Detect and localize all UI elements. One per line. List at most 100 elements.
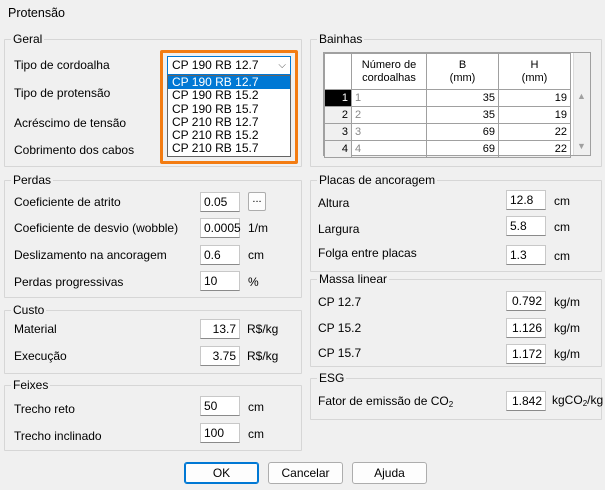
trecho-inclinado-unit: cm bbox=[248, 427, 264, 441]
cell-numero[interactable]: 2 bbox=[351, 106, 427, 124]
atrito-label: Coeficiente de atrito bbox=[14, 195, 121, 209]
fator-emissao-unit: kgCO2/kg bbox=[552, 393, 604, 408]
progressivas-unit: % bbox=[248, 275, 259, 289]
table-row[interactable]: 2 2 35 19 bbox=[324, 106, 571, 124]
dropdown-option[interactable]: CP 210 RB 15.7 bbox=[168, 142, 290, 155]
ok-button[interactable]: OK bbox=[184, 462, 259, 484]
dropdown-option[interactable]: CP 190 RB 15.2 bbox=[168, 89, 290, 102]
cp157-input[interactable]: 1.172 bbox=[506, 344, 546, 364]
execucao-label: Execução bbox=[14, 349, 67, 363]
massa-title: Massa linear bbox=[317, 272, 390, 286]
folga-label: Folga entre placas bbox=[318, 246, 417, 260]
desvio-unit: 1/m bbox=[248, 221, 269, 235]
help-button[interactable]: Ajuda bbox=[352, 462, 427, 484]
window-title: Protensão bbox=[8, 6, 65, 20]
material-unit: R$/kg bbox=[247, 322, 279, 336]
desvio-label: Coeficiente de desvio (wobble) bbox=[14, 221, 179, 235]
fator-emissao-input[interactable]: 1.842 bbox=[506, 391, 546, 411]
table-scrollbar[interactable]: ▲ ▼ bbox=[573, 53, 590, 155]
tipo-protensao-label: Tipo de protensão bbox=[14, 86, 111, 100]
table-row[interactable]: 1 1 35 19 bbox=[324, 89, 571, 107]
dropdown-option[interactable]: CP 190 RB 12.7 bbox=[168, 75, 290, 90]
row-header[interactable]: 1 bbox=[324, 89, 352, 107]
custo-title: Custo bbox=[11, 303, 47, 317]
desvio-input[interactable]: 0.0005 bbox=[200, 218, 241, 238]
execucao-input[interactable]: 3.75 bbox=[200, 346, 240, 366]
acrescimo-tensao-label: Acréscimo de tensão bbox=[14, 116, 127, 130]
cell-h[interactable]: 19 bbox=[498, 106, 571, 124]
atrito-browse-button[interactable]: ... bbox=[248, 192, 266, 211]
dropdown-option[interactable]: CP 190 RB 15.7 bbox=[168, 102, 290, 116]
trecho-inclinado-label: Trecho inclinado bbox=[14, 429, 102, 443]
combo-value: CP 190 RB 12.7 bbox=[172, 58, 259, 72]
col-header-numero[interactable]: Número de cordoalhas bbox=[351, 53, 427, 90]
dropdown-option[interactable]: CP 210 RB 15.2 bbox=[168, 129, 290, 142]
tipo-cordoalha-dropdown-list[interactable]: CP 190 RB 12.7 CP 190 RB 15.2 CP 190 RB … bbox=[167, 75, 291, 157]
largura-unit: cm bbox=[554, 220, 570, 234]
col-header-h[interactable]: H (mm) bbox=[498, 53, 571, 90]
progressivas-input[interactable]: 10 bbox=[200, 271, 240, 291]
feixes-title: Feixes bbox=[11, 378, 51, 392]
trecho-reto-input[interactable]: 50 bbox=[200, 396, 240, 416]
corner-cell bbox=[324, 53, 352, 90]
cell-numero[interactable]: 4 bbox=[351, 140, 427, 158]
cell-numero[interactable]: 3 bbox=[351, 123, 427, 141]
altura-input[interactable]: 12.8 bbox=[506, 190, 546, 210]
cell-b[interactable]: 35 bbox=[426, 89, 499, 107]
cp152-unit: kg/m bbox=[554, 321, 581, 335]
cell-numero[interactable]: 1 bbox=[351, 89, 427, 107]
trecho-reto-unit: cm bbox=[248, 400, 264, 414]
deslizamento-input[interactable]: 0.6 bbox=[200, 245, 240, 265]
table-header-row: Número de cordoalhas B (mm) H (mm) bbox=[324, 53, 571, 90]
table-row[interactable]: 4 4 69 22 bbox=[324, 140, 571, 158]
cp127-input[interactable]: 0.792 bbox=[506, 291, 546, 311]
row-header[interactable]: 4 bbox=[324, 140, 352, 158]
trecho-inclinado-input[interactable]: 100 bbox=[200, 423, 240, 443]
table-row[interactable]: 3 3 69 22 bbox=[324, 123, 571, 141]
chevron-down-icon[interactable]: ⌵ bbox=[278, 57, 286, 74]
execucao-unit: R$/kg bbox=[247, 349, 279, 363]
cell-b[interactable]: 69 bbox=[426, 140, 499, 158]
row-header[interactable]: 3 bbox=[324, 123, 352, 141]
cp157-label: CP 15.7 bbox=[318, 346, 362, 360]
largura-label: Largura bbox=[318, 222, 360, 236]
geral-title: Geral bbox=[11, 32, 45, 46]
altura-label: Altura bbox=[318, 196, 350, 210]
cp152-label: CP 15.2 bbox=[318, 321, 362, 335]
progressivas-label: Perdas progressivas bbox=[14, 275, 124, 289]
fator-emissao-label: Fator de emissão de CO2 bbox=[318, 394, 454, 409]
cobrimento-label: Cobrimento dos cabos bbox=[14, 143, 135, 157]
cp127-unit: kg/m bbox=[554, 295, 581, 309]
scroll-up-icon[interactable]: ▲ bbox=[577, 91, 586, 101]
bainhas-table[interactable]: Número de cordoalhas B (mm) H (mm) 1 1 35 1… bbox=[323, 52, 591, 158]
material-input[interactable]: 13.7 bbox=[200, 319, 240, 339]
deslizamento-unit: cm bbox=[248, 248, 264, 262]
cell-h[interactable]: 19 bbox=[498, 89, 571, 107]
material-label: Material bbox=[14, 322, 57, 336]
cancel-button[interactable]: Cancelar bbox=[268, 462, 343, 484]
esg-title: ESG bbox=[317, 371, 347, 385]
cp127-label: CP 12.7 bbox=[318, 295, 362, 309]
row-header[interactable]: 2 bbox=[324, 106, 352, 124]
custo-group: Custo bbox=[4, 303, 302, 374]
cell-h[interactable]: 22 bbox=[498, 140, 571, 158]
folga-input[interactable]: 1.3 bbox=[506, 245, 546, 265]
atrito-input[interactable]: 0.05 bbox=[200, 192, 240, 212]
folga-unit: cm bbox=[554, 249, 570, 263]
scroll-down-icon[interactable]: ▼ bbox=[577, 141, 586, 151]
placas-title: Placas de ancoragem bbox=[317, 173, 438, 187]
largura-input[interactable]: 5.8 bbox=[506, 216, 546, 236]
cell-b[interactable]: 69 bbox=[426, 123, 499, 141]
altura-unit: cm bbox=[554, 194, 570, 208]
cp157-unit: kg/m bbox=[554, 347, 581, 361]
deslizamento-label: Deslizamento na ancoragem bbox=[14, 248, 167, 262]
trecho-reto-label: Trecho reto bbox=[14, 402, 75, 416]
cell-b[interactable]: 35 bbox=[426, 106, 499, 124]
col-header-b[interactable]: B (mm) bbox=[426, 53, 499, 90]
cell-h[interactable]: 22 bbox=[498, 123, 571, 141]
bainhas-title: Bainhas bbox=[317, 32, 365, 46]
cp152-input[interactable]: 1.126 bbox=[506, 318, 546, 338]
tipo-cordoalha-combobox[interactable]: CP 190 RB 12.7 ⌵ bbox=[167, 56, 291, 75]
tipo-cordoalha-label: Tipo de cordoalha bbox=[14, 58, 110, 72]
dropdown-option[interactable]: CP 210 RB 12.7 bbox=[168, 115, 290, 129]
